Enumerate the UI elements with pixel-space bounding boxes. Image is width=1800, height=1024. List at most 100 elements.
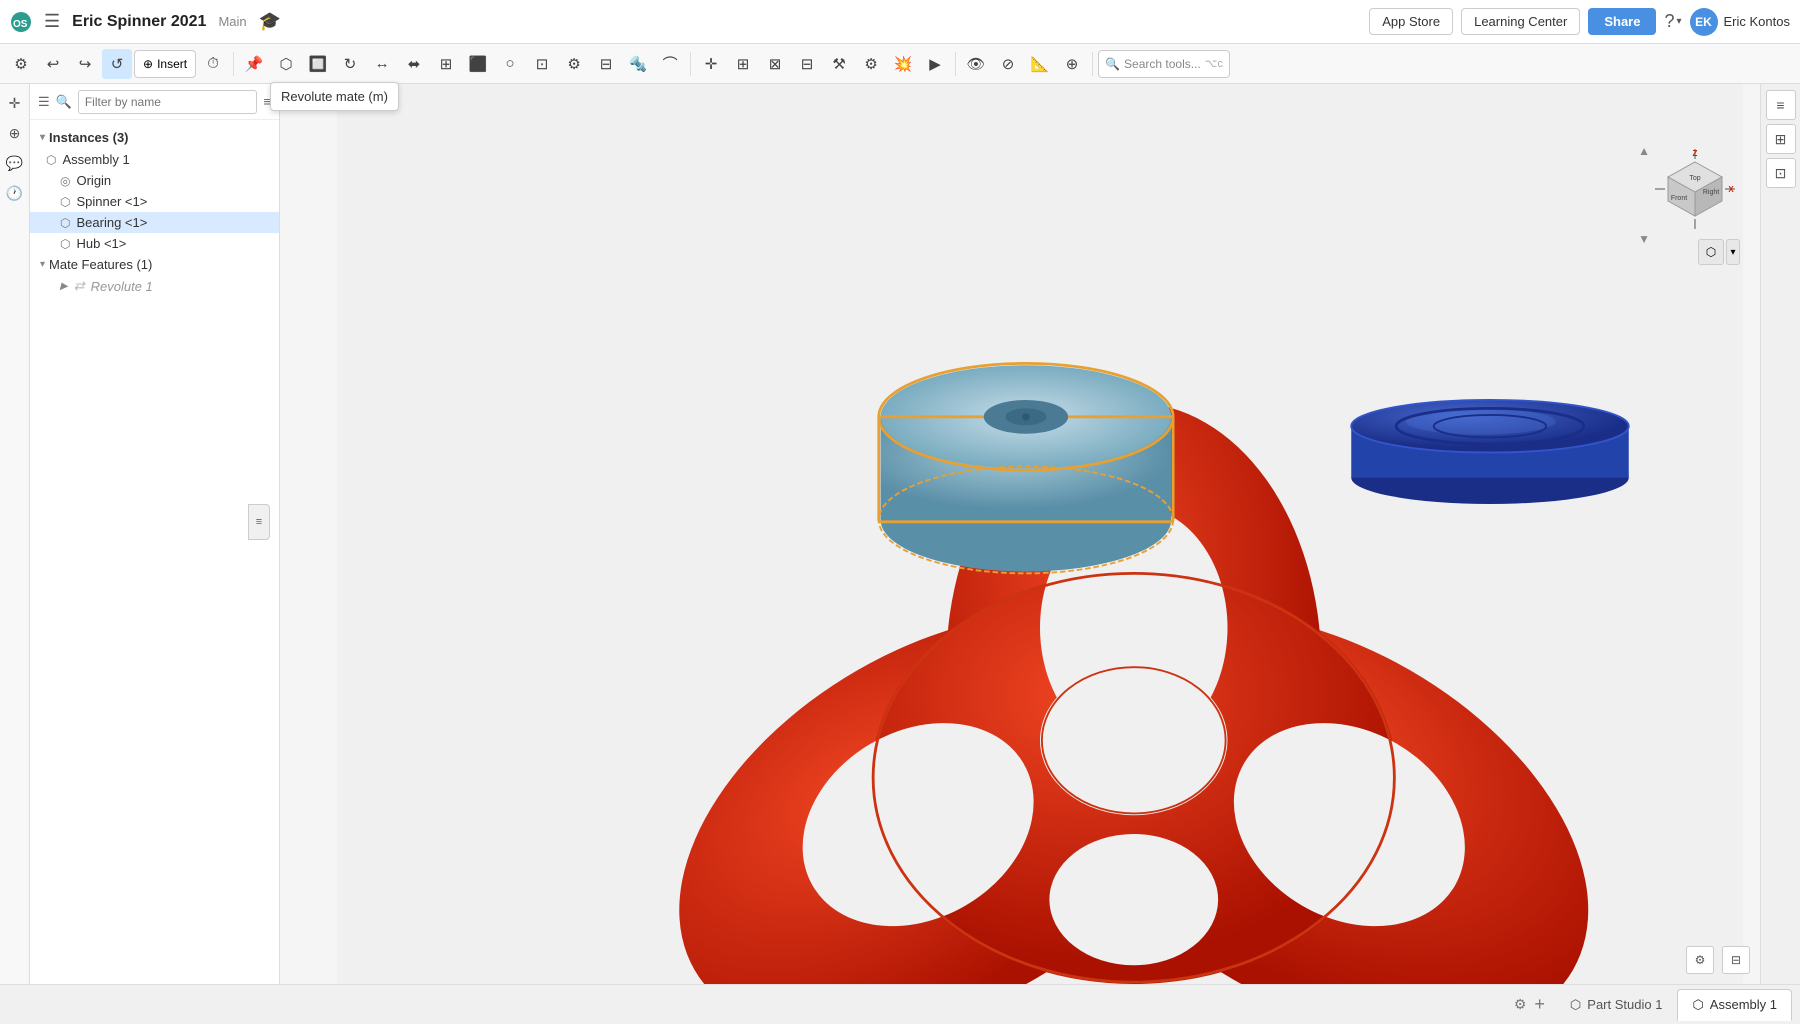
right-panel-btn1[interactable]: ≡ xyxy=(1766,90,1796,120)
panel-collapse-handle[interactable]: ≡ xyxy=(248,504,270,540)
sim-button[interactable]: ▶ xyxy=(920,49,950,79)
screw-mate-button[interactable]: 🔩 xyxy=(623,49,653,79)
bearing-icon: ⬡ xyxy=(60,216,70,230)
filter-icon[interactable]: ☰ xyxy=(38,94,50,110)
help-button[interactable]: ? ▾ xyxy=(1664,11,1681,32)
navigation-cube[interactable]: Top Front Right Z X xyxy=(1650,144,1740,234)
revolute-tooltip: Revolute mate (m) xyxy=(270,82,399,111)
group-button[interactable]: ⬡ xyxy=(271,49,301,79)
tangent-mate-button[interactable]: ⌒ xyxy=(655,49,685,79)
navcube-up-arrow[interactable]: ▲ xyxy=(1638,144,1650,158)
mirror-button[interactable]: ⊟ xyxy=(792,49,822,79)
ball-mate-button[interactable]: ○ xyxy=(495,49,525,79)
learning-icon[interactable]: 🎓 xyxy=(259,11,281,32)
learning-center-button[interactable]: Learning Center xyxy=(1461,8,1580,35)
svg-text:Top: Top xyxy=(1689,175,1700,182)
search-placeholder: Search tools... xyxy=(1124,57,1201,71)
comment-button[interactable]: 💬 xyxy=(2,150,28,176)
pin-slot-button[interactable]: ⊞ xyxy=(431,49,461,79)
view-cube-button[interactable]: ⬡ xyxy=(1698,239,1724,265)
svg-text:Z: Z xyxy=(1693,149,1698,158)
hamburger-menu[interactable]: ☰ xyxy=(40,7,64,36)
filter-input[interactable] xyxy=(78,90,258,114)
search-panel-icon[interactable]: 🔍 xyxy=(56,94,72,110)
fix-button[interactable]: 📌 xyxy=(239,49,269,79)
assembly-features-button[interactable]: ⚒ xyxy=(824,49,854,79)
navcube-down-arrow[interactable]: ▼ xyxy=(1638,232,1650,246)
viewport[interactable]: Top Front Right Z X ▲ ▼ ⬡ ▾ ≡ ⊞ ⊡ ⚙ xyxy=(280,84,1800,984)
custom-features-button[interactable]: ⚙ xyxy=(856,49,886,79)
tab-part-studio[interactable]: ⬡ Part Studio 1 xyxy=(1555,989,1678,1021)
instances-header[interactable]: ▾ Instances (3) xyxy=(30,126,279,149)
3d-scene xyxy=(280,84,1800,984)
snap2-button[interactable]: ⊕ xyxy=(2,120,28,146)
snap-button[interactable]: ✛ xyxy=(2,90,28,116)
mate-connector-button[interactable]: ✛ xyxy=(696,49,726,79)
feature-tree: ▾ Instances (3) ⬡ Assembly 1 ◎ Origin ⬡ … xyxy=(30,120,279,984)
view-cube-chevron[interactable]: ▾ xyxy=(1726,239,1740,265)
project-title: Eric Spinner 2021 xyxy=(72,13,206,31)
tab-assembly[interactable]: ⬡ Assembly 1 xyxy=(1677,989,1792,1021)
explode-button[interactable]: 💥 xyxy=(888,49,918,79)
spinner-icon: ⬡ xyxy=(60,195,70,209)
bottom-right-controls: ⚙ ⊟ xyxy=(1686,946,1750,974)
hub-icon: ⬡ xyxy=(60,237,70,251)
right-panel-strip: ≡ ⊞ ⊡ xyxy=(1760,84,1800,984)
replicate-button[interactable]: ⊞ xyxy=(728,49,758,79)
separator-4 xyxy=(1092,52,1093,76)
gear-mate-button[interactable]: ⚙ xyxy=(559,49,589,79)
revolute-expand-icon: ▶ xyxy=(60,281,68,292)
revolve-history-button[interactable]: ⏱ xyxy=(198,49,228,79)
tab-add-button[interactable]: + xyxy=(1530,990,1549,1019)
spinner-item[interactable]: ⬡ Spinner <1> xyxy=(30,191,279,212)
svg-text:OS: OS xyxy=(13,19,28,30)
section-button[interactable]: ⊘ xyxy=(993,49,1023,79)
mass-props-button[interactable]: ⊕ xyxy=(1057,49,1087,79)
svg-text:Front: Front xyxy=(1671,195,1687,202)
rack-mate-button[interactable]: ⊟ xyxy=(591,49,621,79)
undo-button[interactable]: ↩ xyxy=(38,49,68,79)
instances-chevron-icon: ▾ xyxy=(40,132,45,143)
redo-button[interactable]: ↪ xyxy=(70,49,100,79)
user-menu[interactable]: EK Eric Kontos xyxy=(1690,8,1790,36)
user-name: Eric Kontos xyxy=(1724,14,1790,29)
revolute1-item[interactable]: ▶ ⇄ Revolute 1 xyxy=(30,275,279,297)
hub-item[interactable]: ⬡ Hub <1> xyxy=(30,233,279,254)
toolbar: ⚙ ↩ ↪ ↺ ⊕ Insert ⏱ 📌 ⬡ 🔲 ↻ ↔ ⬌ ⊞ ⬛ ○ ⊡ ⚙… xyxy=(0,44,1800,84)
insert-button[interactable]: ⊕ Insert xyxy=(134,50,196,78)
left-panel: ☰ 🔍 ≡ ▾ Instances (3) ⬡ Assembly 1 ◎ Ori… xyxy=(30,84,280,984)
topbar: OS ☰ Eric Spinner 2021 Main 🎓 App Store … xyxy=(0,0,1800,44)
history-button[interactable]: 🕐 xyxy=(2,180,28,206)
instances-label: Instances (3) xyxy=(49,130,128,145)
collapse-icon: ≡ xyxy=(256,516,262,528)
panel-header: ☰ 🔍 ≡ xyxy=(30,84,279,120)
right-panel-btn3[interactable]: ⊡ xyxy=(1766,158,1796,188)
app-store-button[interactable]: App Store xyxy=(1369,8,1453,35)
right-panel-btn2[interactable]: ⊞ xyxy=(1766,124,1796,154)
revolute1-label: Revolute 1 xyxy=(91,279,153,294)
search-tools-box[interactable]: 🔍 Search tools... ⌥c xyxy=(1098,50,1230,78)
slider-mate-button[interactable]: ↔ xyxy=(367,49,397,79)
settings-bottom-button[interactable]: ⚙ xyxy=(1686,946,1714,974)
refresh-button[interactable]: ↺ xyxy=(102,49,132,79)
mate-chevron-icon: ▾ xyxy=(40,259,45,270)
assembly1-item[interactable]: ⬡ Assembly 1 xyxy=(30,149,279,170)
planar-mate-button[interactable]: ⬛ xyxy=(463,49,493,79)
mate-features-header[interactable]: ▾ Mate Features (1) xyxy=(30,254,279,275)
hide-button[interactable]: 👁 xyxy=(961,49,991,79)
rigid-mate-button[interactable]: 🔲 xyxy=(303,49,333,79)
view-controls[interactable]: ⬡ ▾ xyxy=(1698,239,1740,265)
fastened-mate-button[interactable]: ⊡ xyxy=(527,49,557,79)
cylindrical-mate-button[interactable]: ⬌ xyxy=(399,49,429,79)
side-action-strip: ✛ ⊕ 💬 🕐 xyxy=(0,84,30,984)
view-bottom-button[interactable]: ⊟ xyxy=(1722,946,1750,974)
help-icon: ? xyxy=(1664,11,1674,32)
revolute-mate-button[interactable]: ↻ xyxy=(335,49,365,79)
settings-toolbar-button[interactable]: ⚙ xyxy=(6,49,36,79)
bearing-item[interactable]: ⬡ Bearing <1> xyxy=(30,212,279,233)
pattern-button[interactable]: ⊠ xyxy=(760,49,790,79)
measure-button[interactable]: 📐 xyxy=(1025,49,1055,79)
share-button[interactable]: Share xyxy=(1588,8,1656,35)
origin-item[interactable]: ◎ Origin xyxy=(30,170,279,191)
tab-settings-button[interactable]: ⚙ xyxy=(1510,992,1531,1017)
